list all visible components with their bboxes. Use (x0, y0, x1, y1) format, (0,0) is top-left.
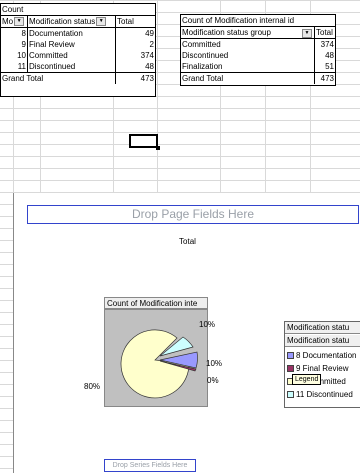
table-row[interactable]: Finalization 51 (181, 61, 335, 72)
row-group: Finalization (181, 61, 315, 72)
legend-item[interactable]: 9 Final Review (287, 363, 348, 374)
table-row[interactable]: 9 Final Review 2 (1, 39, 155, 50)
table-row[interactable]: 8 Documentation 49 (1, 28, 155, 39)
legend-item[interactable]: 11 Discontinued (287, 389, 353, 400)
drop-page-fields-zone[interactable]: Drop Page Fields Here (27, 205, 359, 224)
data-label-10-top: 10% (199, 320, 216, 329)
table-row[interactable]: 11 Discontinued 48 (1, 61, 155, 72)
row-id: 9 (1, 39, 28, 50)
grand-total-label: Grand Total (1, 73, 116, 84)
table-row[interactable]: Discontinued 48 (181, 50, 335, 61)
table-row[interactable]: 10 Committed 374 (1, 50, 155, 61)
chart-total-label: Total (179, 237, 196, 246)
legend-item[interactable]: 8 Documentation (287, 350, 356, 361)
grand-total-label: Grand Total (181, 73, 315, 84)
row-total: 374 (140, 51, 154, 60)
row-id: 11 (1, 61, 28, 72)
pivot1-title-row: Count (1, 4, 155, 15)
pivot1-field-mod-id[interactable]: Mo ▼ (1, 16, 28, 27)
row-total: 374 (320, 40, 334, 49)
table-row[interactable]: Committed 374 (181, 39, 335, 50)
grand-total-value: 473 (140, 74, 154, 83)
row-status: Documentation (28, 28, 116, 39)
row-id: 10 (1, 50, 28, 61)
pivot1-title: Count (2, 5, 24, 14)
data-label-80: 80% (84, 382, 101, 391)
row-total: 2 (149, 40, 154, 49)
data-field-button[interactable]: Count of Modification inte (104, 297, 208, 309)
row-status: Discontinued (28, 61, 116, 72)
row-id: 8 (1, 28, 28, 39)
data-label-0: 0% (207, 376, 219, 385)
pivot1-header-row: Mo ▼ Modification status ▼ Total (1, 16, 155, 27)
pivot2-total-header: Total (316, 28, 333, 37)
pivot1-total-header: Total (117, 17, 134, 26)
dropdown-arrow-icon[interactable]: ▼ (302, 29, 312, 38)
pivot2-field-status-group[interactable]: Modification status group ▼ (181, 27, 315, 38)
grand-total-value: 473 (320, 74, 334, 83)
row-total: 48 (325, 51, 334, 60)
row-total: 48 (145, 62, 154, 71)
pivot-table-1[interactable]: Count Mo ▼ Modification status ▼ Total 8 D… (0, 3, 156, 97)
grand-total-row[interactable]: Grand Total 473 (1, 73, 155, 84)
row-group: Discontinued (181, 50, 315, 61)
row-status: Final Review (28, 39, 116, 50)
plot-area[interactable] (104, 309, 208, 407)
row-total: 51 (325, 62, 334, 71)
pivot-chart[interactable]: Drop Page Fields Here Total Count of Mod… (13, 193, 360, 473)
row-group: Committed (181, 39, 315, 50)
legend-field-button[interactable]: Modification statu (285, 335, 360, 347)
pivot2-title: Count of Modification internal id (182, 16, 295, 25)
legend-swatch (287, 365, 294, 373)
grand-total-row[interactable]: Grand Total 473 (181, 73, 335, 84)
pivot-table-2[interactable]: Count of Modification internal id Modifi… (180, 14, 336, 86)
legend[interactable]: Modification statu Modification statu 8 … (284, 321, 360, 408)
dropdown-arrow-icon[interactable]: ▼ (96, 17, 107, 27)
legend-swatch (287, 352, 294, 360)
row-status: Committed (28, 50, 116, 61)
row-total: 49 (145, 29, 154, 38)
data-label-10-right: 10% (206, 359, 223, 368)
legend-swatch (287, 391, 294, 399)
pivot2-title-row: Count of Modification internal id (181, 15, 335, 26)
pivot1-field-mod-status[interactable]: Modification status ▼ (28, 16, 116, 27)
drop-series-fields-zone[interactable]: Drop Series Fields Here (104, 459, 196, 472)
pivot2-header-row: Modification status group ▼ Total (181, 27, 335, 38)
dropdown-arrow-icon[interactable]: ▼ (14, 17, 25, 27)
legend-tooltip: Legend (292, 374, 322, 385)
active-cell-cursor[interactable] (129, 134, 160, 150)
pie-chart (120, 329, 198, 399)
legend-field-button[interactable]: Modification statu (285, 322, 360, 334)
